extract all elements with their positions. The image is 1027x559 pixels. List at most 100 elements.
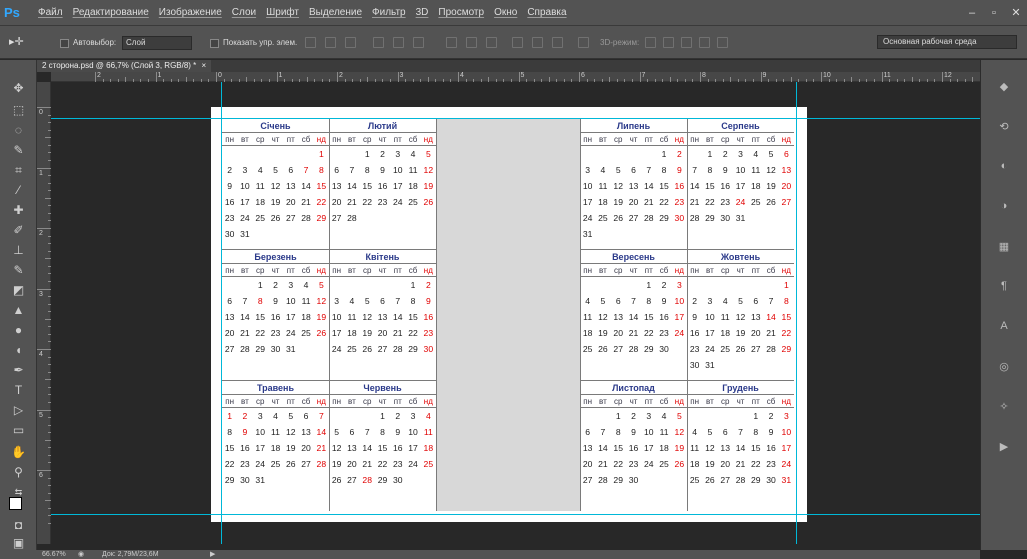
distribute-left-icon[interactable] [512, 37, 523, 48]
rotate-3d-icon[interactable] [645, 37, 656, 48]
day-cell: 21 [628, 328, 639, 338]
document-canvas[interactable]: Січень пн вт ср чт пт сб нд 1 2 3 4 5 6 7 8 9 10 11 12 13 14 1… [51, 82, 980, 544]
color-panel-icon[interactable]: ◐ [995, 160, 1013, 174]
day-cell: 21 [598, 459, 608, 469]
menu-item-10[interactable]: Справка [522, 0, 571, 26]
day-cell: 29 [750, 475, 761, 485]
type-tool-icon[interactable]: T [10, 382, 27, 398]
foreground-color-swatch[interactable] [9, 497, 22, 510]
menu-item-0[interactable]: Файл [33, 0, 68, 26]
weekday-label: нд [423, 266, 433, 275]
minimize-button[interactable]: – [961, 0, 983, 26]
clone-stamp-icon[interactable]: ⊥ [10, 242, 27, 258]
day-cell [641, 472, 656, 488]
autoselect-checkbox[interactable] [60, 39, 69, 48]
crop-tool-icon[interactable]: ⌗ [10, 162, 27, 178]
day-cell: 20 [613, 328, 623, 338]
ruler-tick [942, 72, 943, 82]
distribute-bottom-icon[interactable] [486, 37, 497, 48]
day-cell: 9 [768, 427, 774, 437]
status-menu-arrow-icon[interactable]: ▶ [210, 550, 215, 559]
history-panel-icon[interactable]: ⟲ [995, 120, 1013, 134]
lasso-tool-icon[interactable]: ◌ [10, 122, 27, 138]
distribute-center-icon[interactable] [532, 37, 543, 48]
menu-item-8[interactable]: Просмотр [433, 0, 489, 26]
adjustments-panel-icon[interactable]: ◑ [995, 200, 1013, 214]
pen-tool-icon[interactable]: ✒ [10, 362, 27, 378]
guide-horizontal-top[interactable] [51, 118, 980, 119]
menu-item-5[interactable]: Выделение [304, 0, 367, 26]
horizontal-ruler[interactable]: 2 1 0 1 2 3 4 5 6 7 8 9 10 11 12 [51, 72, 996, 82]
menu-item-6[interactable]: Фильтр [367, 0, 411, 26]
menu-item-3[interactable]: Слои [227, 0, 261, 26]
menu-item-4[interactable]: Шрифт [261, 0, 304, 26]
brush-tool-icon[interactable]: ✐ [10, 222, 27, 238]
day-cell: 26 [423, 197, 434, 207]
eyedropper-icon[interactable]: ⁄ [10, 182, 27, 198]
slide-3d-icon[interactable] [699, 37, 710, 48]
day-cell: 19 [331, 459, 342, 469]
layers-panel-icon[interactable]: ◆ [995, 80, 1013, 94]
auto-align-icon[interactable] [578, 37, 589, 48]
zoom-tool-icon[interactable]: ⚲ [10, 464, 27, 480]
show-controls-checkbox[interactable] [210, 39, 219, 48]
align-top-icon[interactable] [305, 37, 316, 48]
guide-vertical-right[interactable] [796, 82, 797, 544]
eraser-tool-icon[interactable]: ◩ [10, 282, 27, 298]
actions-panel-icon[interactable]: ▶ [995, 440, 1013, 454]
quick-mask-icon[interactable]: ◘ [10, 517, 27, 533]
hand-tool-icon[interactable]: ✋ [10, 444, 27, 460]
distribute-right-icon[interactable] [552, 37, 563, 48]
menu-item-1[interactable]: Редактирование [68, 0, 154, 26]
character-panel-icon[interactable]: A [995, 320, 1013, 334]
autoselect-select[interactable]: Слой [122, 36, 192, 50]
align-center-icon[interactable] [393, 37, 404, 48]
menu-item-2[interactable]: Изображение [154, 0, 227, 26]
screen-mode-icon[interactable]: ▣ [10, 535, 27, 551]
paragraph-panel-icon[interactable]: ¶ [995, 280, 1013, 294]
tab-close-icon[interactable]: × [202, 61, 207, 70]
guide-horizontal-bottom[interactable] [51, 514, 980, 515]
day-cell [611, 146, 626, 162]
quick-selection-icon[interactable]: ✎ [10, 142, 27, 158]
rectangle-tool-icon[interactable]: ▭ [10, 422, 27, 438]
day-cell: 5 [676, 411, 682, 421]
workspace-select[interactable]: Основная рабочая среда [877, 35, 1017, 49]
status-info-icon[interactable]: ◉ [78, 550, 84, 559]
weekday-label: ср [362, 397, 372, 406]
days-grid: 1 2 3 4 5 6 7 8 9 10 11 12 13 14 15 16 17 18 19 20 21 22 23 24 2… [329, 408, 436, 504]
healing-brush-icon[interactable]: ✚ [10, 202, 27, 218]
align-middle-icon[interactable] [325, 37, 336, 48]
move-tool-icon[interactable]: ✥ [10, 80, 27, 96]
align-bottom-icon[interactable] [345, 37, 356, 48]
blur-tool-icon[interactable]: ● [10, 322, 27, 338]
roll-3d-icon[interactable] [663, 37, 674, 48]
day-cell [672, 357, 687, 373]
days-grid: 1 2 3 4 5 6 7 8 9 10 11 12 13 14 15 16 17 18 19 20 21 22 23 24 2… [222, 146, 329, 242]
weekday-label: ср [362, 266, 372, 275]
distribute-middle-icon[interactable] [466, 37, 477, 48]
menu-item-7[interactable]: 3D [411, 0, 434, 26]
scale-3d-icon[interactable] [717, 37, 728, 48]
close-button[interactable]: ✕ [1005, 0, 1027, 26]
vertical-ruler[interactable]: 0 1 2 3 4 5 6 [37, 82, 51, 544]
dodge-tool-icon[interactable]: ◖ [10, 342, 27, 358]
marquee-tool-icon[interactable]: ⬚ [10, 102, 27, 118]
pan-3d-icon[interactable] [681, 37, 692, 48]
document-tab[interactable]: 2 сторона.psd @ 66,7% (Слой 3, RGB/8) * … [37, 60, 212, 72]
day-cell: 12 [285, 427, 296, 437]
guide-vertical-left[interactable] [221, 82, 222, 544]
move-tool-icon[interactable]: ▸✛ [9, 26, 24, 59]
channels-panel-icon[interactable]: ◎ [995, 360, 1013, 374]
menu-item-9[interactable]: Окно [489, 0, 522, 26]
align-left-icon[interactable] [373, 37, 384, 48]
distribute-top-icon[interactable] [446, 37, 457, 48]
history-brush-icon[interactable]: ✎ [10, 262, 27, 278]
gradient-tool-icon[interactable]: ▲ [10, 302, 27, 318]
paths-panel-icon[interactable]: ✧ [995, 400, 1013, 414]
maximize-button[interactable]: ▫ [983, 0, 1005, 26]
align-right-icon[interactable] [413, 37, 424, 48]
path-selection-icon[interactable]: ▷ [10, 402, 27, 418]
styles-panel-icon[interactable]: ▦ [995, 240, 1013, 254]
zoom-level[interactable]: 66.67% [42, 550, 66, 559]
